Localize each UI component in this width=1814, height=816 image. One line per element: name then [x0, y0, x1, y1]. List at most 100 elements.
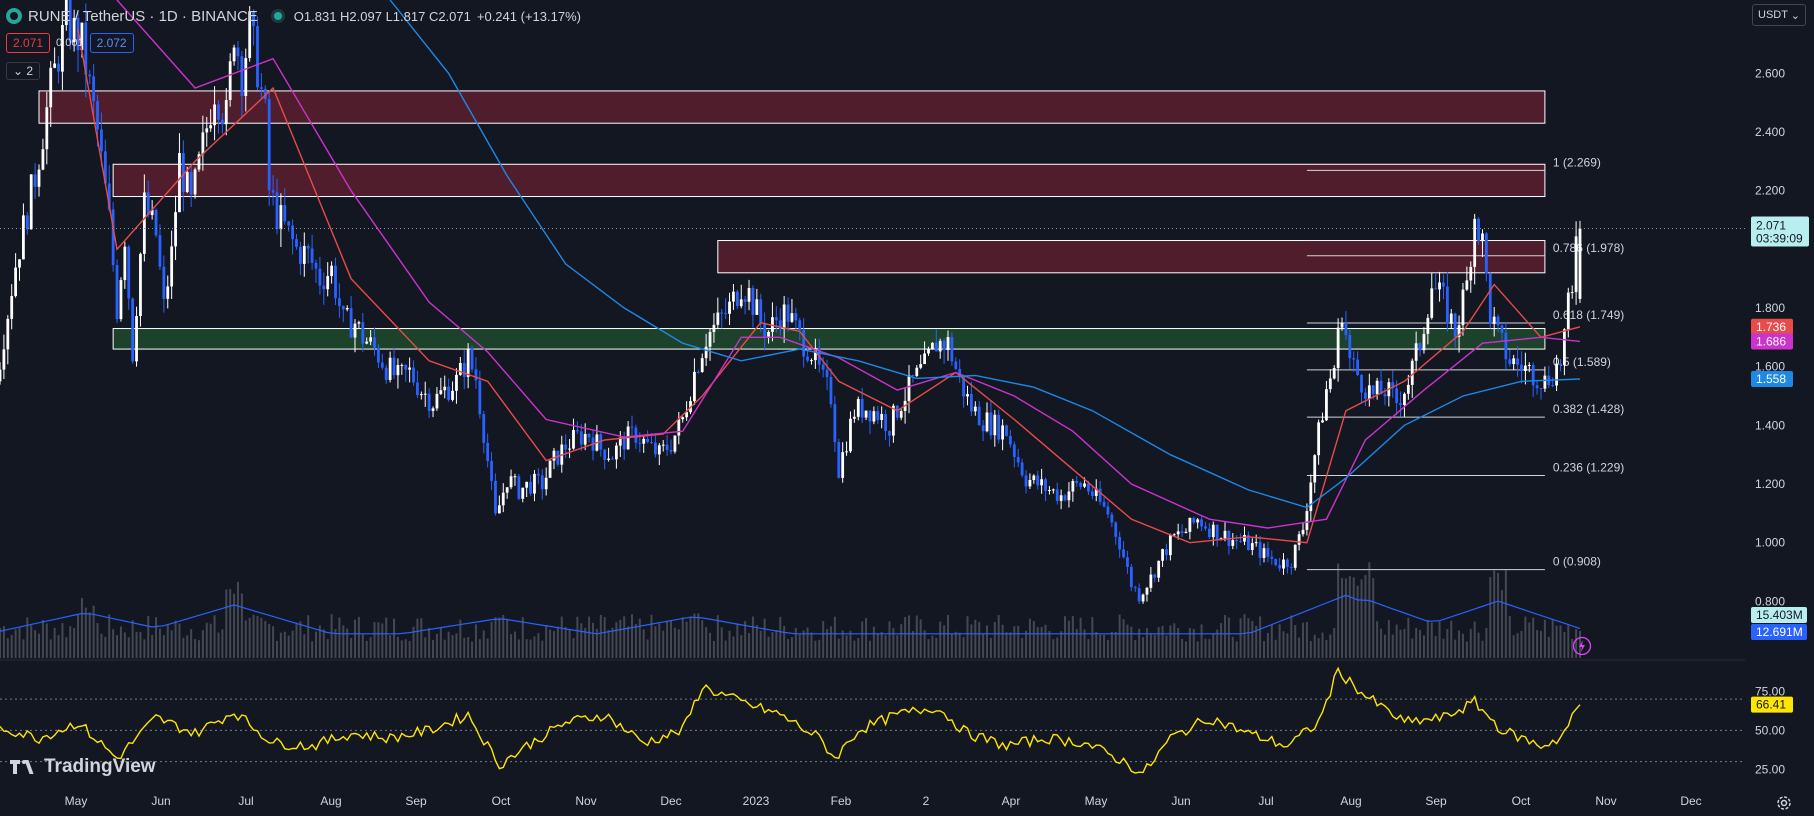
candle-body	[384, 367, 388, 381]
volume-bar	[989, 637, 992, 658]
volume-bar	[1274, 639, 1277, 658]
indicators-toggle-button[interactable]: ⌄ 2	[6, 62, 41, 80]
volume-bar	[1071, 616, 1074, 658]
currency-select[interactable]: USDT ⌄	[1752, 4, 1806, 26]
candle-body	[743, 299, 747, 302]
volume-bar	[1528, 622, 1531, 658]
volume-bar	[888, 621, 891, 658]
candle-body	[661, 444, 665, 446]
lightning-icon[interactable]	[1572, 636, 1592, 656]
volume-bar	[685, 621, 688, 658]
volume-bar	[904, 617, 907, 658]
chart-canvas[interactable]: 1 (2.269) 0.786 (1.978) 0.618 (1.749) 0.5 (…	[0, 0, 1814, 816]
volume-bar	[147, 616, 150, 658]
candle-body	[997, 414, 1001, 440]
volume-bar	[568, 629, 571, 658]
candle-body	[544, 477, 548, 490]
candle-body	[256, 26, 259, 88]
sell-button[interactable]: 2.071	[6, 33, 51, 53]
candle-body	[583, 433, 587, 445]
candle-body	[419, 394, 423, 396]
candle-body	[458, 362, 462, 375]
volume-bar	[1485, 627, 1488, 658]
candle-body	[942, 340, 946, 351]
volume-bar	[1383, 634, 1386, 658]
candle-body	[891, 405, 895, 436]
volume-bar	[982, 633, 985, 658]
volume-bar	[357, 616, 360, 658]
candle-body	[396, 364, 400, 376]
price-axis-tick: 0.800	[1755, 594, 1785, 608]
candle-body	[1223, 530, 1227, 539]
candle-body	[435, 393, 439, 409]
symbol-title[interactable]: RUNE / TetherUS · 1D · BINANCE	[28, 8, 258, 25]
volume-bar	[677, 629, 680, 658]
candle-body	[1410, 360, 1414, 385]
volume-bar	[701, 620, 704, 658]
time-axis-label: Feb	[831, 794, 852, 808]
candle-body	[970, 394, 973, 412]
volume-bar	[1344, 578, 1347, 658]
candle-body	[1453, 313, 1457, 338]
volume-bar	[244, 620, 247, 658]
volume-bar	[634, 624, 637, 658]
candle-body	[720, 312, 724, 314]
candle-body	[119, 280, 123, 320]
volume-bar	[1504, 570, 1507, 658]
candle-body	[880, 414, 884, 421]
tradingview-logo[interactable]: TradingView	[10, 756, 156, 778]
candle-body	[1574, 236, 1578, 293]
candle-body	[1371, 385, 1375, 395]
candle-body	[1449, 313, 1453, 324]
candle-body	[92, 76, 96, 102]
fib-level-label: 0.5 (1.589)	[1553, 355, 1611, 369]
candle-body	[669, 449, 673, 452]
volume-bar	[1450, 620, 1453, 658]
volume-bar	[209, 623, 212, 658]
candle-body	[1118, 536, 1122, 550]
volume-bar	[1438, 621, 1441, 658]
candle-body	[829, 377, 833, 405]
candle-body	[318, 268, 322, 286]
candle-body	[642, 438, 646, 444]
volume-bar	[728, 630, 731, 658]
volume-bar	[1348, 576, 1351, 658]
candle-body	[895, 405, 899, 418]
candle-body	[1543, 375, 1547, 389]
volume-bar	[53, 627, 56, 658]
volume-bar	[911, 630, 914, 658]
candle-body	[1438, 282, 1441, 290]
candle-body	[224, 100, 228, 125]
candle-body	[572, 430, 575, 449]
volume-bar	[1161, 625, 1164, 658]
candle-body	[1442, 282, 1445, 287]
volume-bar	[77, 614, 80, 658]
candle-body	[950, 337, 954, 362]
volume-bar	[740, 635, 743, 658]
volume-bar	[22, 639, 25, 658]
volume-bar	[1399, 629, 1402, 658]
volume-bar	[1247, 618, 1250, 658]
gear-icon[interactable]	[1774, 793, 1794, 813]
volume-bar	[1309, 641, 1312, 658]
volume-bar	[709, 632, 712, 658]
volume-bar	[950, 633, 953, 658]
volume-bar	[841, 630, 844, 658]
volume-bar	[619, 619, 622, 658]
volume-bar	[1048, 630, 1051, 658]
candle-body	[1207, 528, 1211, 538]
volume-bar	[1095, 632, 1098, 658]
candle-body	[115, 265, 119, 320]
candle-body	[1200, 519, 1203, 527]
candle-body	[993, 414, 997, 436]
volume-bar	[1567, 624, 1570, 658]
volume-bar	[591, 622, 594, 658]
candle-body	[295, 239, 298, 247]
volume-bar	[217, 632, 220, 658]
volume-bar	[279, 632, 282, 658]
buy-button[interactable]: 2.072	[89, 33, 134, 53]
volume-bar	[627, 626, 630, 658]
candle-body	[142, 192, 146, 254]
volume-bar	[127, 637, 130, 658]
volume-bar	[1067, 620, 1070, 658]
